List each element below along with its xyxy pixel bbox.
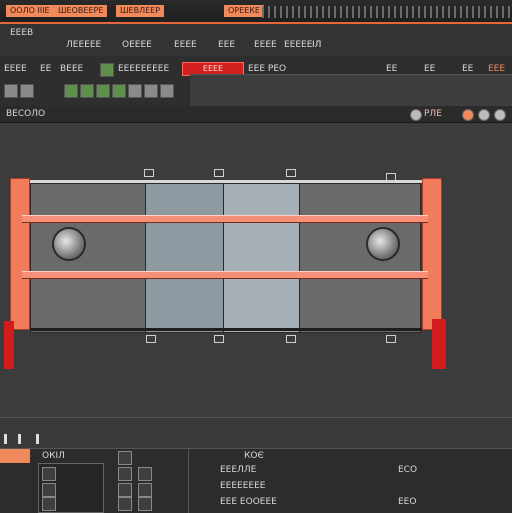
list-item-icon[interactable] <box>42 483 56 497</box>
properties-panel: ОКІЛ КОЄ ЕЕЕЛЛЕ ЕСО ЕЕЕЕЕЕЕЕ ЕЕЕ ЕООЕЕЕ … <box>0 448 512 513</box>
toggle-cell[interactable] <box>138 467 152 481</box>
support-leg-left[interactable] <box>4 321 14 369</box>
toggle-cell[interactable] <box>118 451 132 465</box>
bottom-bar-frame[interactable] <box>30 328 422 331</box>
property-label: ЕЕЕЛЛЕ <box>220 465 257 475</box>
tool-icon-3[interactable] <box>64 84 78 98</box>
property-row[interactable]: ЕЕЕ ЕООЕЕЕ ЕЕО <box>220 495 500 509</box>
view-mode-3[interactable]: ЕЕ <box>462 64 473 74</box>
camera-icon[interactable] <box>478 109 490 121</box>
tool-label-b[interactable]: ЕЕ <box>40 64 51 74</box>
tool-icon-6[interactable] <box>112 84 126 98</box>
panel-center-right <box>223 183 301 333</box>
panel-right <box>299 183 421 333</box>
menu-item-edit[interactable]: ШЕОВЕЕРЕ <box>54 5 108 17</box>
frame-post-right[interactable] <box>422 178 442 330</box>
timeline-bar <box>0 417 512 448</box>
record-button[interactable] <box>100 63 114 77</box>
toggle-cell[interactable] <box>138 483 152 497</box>
tool-icon-5[interactable] <box>96 84 110 98</box>
list-item-icon[interactable] <box>42 467 56 481</box>
timeline-marker[interactable] <box>18 434 21 444</box>
toolbar-label-2[interactable]: ЛЕЕЕЕЕ <box>66 40 101 50</box>
viewport-title: ВЕСОЛО <box>6 109 46 119</box>
tool-label-a[interactable]: ЕЕЕЕ <box>4 64 27 74</box>
dimension-mark <box>286 169 296 177</box>
frame-post-left[interactable] <box>10 178 30 330</box>
status-label: ЕЕЕ РЕО <box>248 64 287 74</box>
wheel-left[interactable] <box>52 227 86 261</box>
rail-top[interactable] <box>22 215 428 223</box>
settings-icon[interactable] <box>410 109 422 121</box>
wheel-right[interactable] <box>366 227 400 261</box>
menu-bar: ООЛО ІІІЕ ШЕОВЕЕРЕ ШЕВЛЕЕР ОРЕЕКЕ <box>0 0 512 24</box>
panel-left <box>30 183 147 333</box>
top-bar[interactable] <box>30 180 422 183</box>
outliner-title: ОКІЛ <box>42 451 65 461</box>
panel-divider <box>188 449 189 513</box>
toolbar-label-8[interactable]: ІЛ <box>312 40 321 50</box>
view-mode-2[interactable]: ЕЕ <box>424 64 435 74</box>
dimension-mark <box>386 335 396 343</box>
tool-icon-9[interactable] <box>160 84 174 98</box>
property-row[interactable]: ЕЕЕЕЕЕЕЕ <box>220 479 500 493</box>
support-leg-right[interactable] <box>432 319 446 369</box>
3d-viewport[interactable] <box>0 123 512 417</box>
menu-item-file[interactable]: ООЛО ІІІЕ <box>6 5 54 17</box>
record-icon[interactable] <box>462 109 474 121</box>
property-label: ЕЕЕ ЕООЕЕЕ <box>220 497 277 507</box>
properties-header: КОЄ <box>244 451 264 461</box>
tool-label-c[interactable]: ВЕЕЕ <box>60 64 83 74</box>
toggle-cell[interactable] <box>138 497 152 511</box>
tool-label-mid[interactable]: ЕЕЕЕЕЕЕЕЕ <box>118 64 169 74</box>
toolbar-label-1[interactable]: ЕЕЕВ <box>10 28 33 38</box>
timeline-marker[interactable] <box>36 434 39 444</box>
toggle-cell[interactable] <box>118 467 132 481</box>
options-panel <box>190 74 512 107</box>
tool-icon-4[interactable] <box>80 84 94 98</box>
tool-icon-7[interactable] <box>128 84 142 98</box>
tool-icon-2[interactable] <box>20 84 34 98</box>
panel-center-left <box>145 183 225 333</box>
timeline-ruler <box>262 6 512 18</box>
toggle-cell[interactable] <box>118 483 132 497</box>
dimension-mark <box>144 169 154 177</box>
property-row[interactable]: ЕЕЕЛЛЕ ЕСО <box>220 463 500 477</box>
property-value[interactable]: ЕСО <box>398 463 417 477</box>
rail-bottom[interactable] <box>22 271 428 279</box>
grid-icon[interactable] <box>494 109 506 121</box>
viewport-header: ВЕСОЛО РЛЕ <box>0 106 512 123</box>
toolbar-label-4[interactable]: ЕЕЕЕ <box>174 40 197 50</box>
toolbar-label-7[interactable]: ЕЕЕЕЕ <box>284 40 312 50</box>
view-mode-1[interactable]: ЕЕ <box>386 64 397 74</box>
dimension-mark <box>214 335 224 343</box>
toolbar-label-6[interactable]: ЕЕЕЕ <box>254 40 277 50</box>
panel-tab[interactable] <box>0 449 30 463</box>
timeline-marker[interactable] <box>4 434 7 444</box>
menu-item-view[interactable]: ШЕВЛЕЕР <box>116 5 165 17</box>
dimension-mark <box>214 169 224 177</box>
view-tools-label[interactable]: РЛЕ <box>424 109 442 119</box>
view-mode-end[interactable]: ЕЕЕ <box>488 64 505 74</box>
toggle-cell[interactable] <box>118 497 132 511</box>
toolbar-top: ЕЕЕВ ЛЕЕЕЕЕ ОЕЕЕЕ ЕЕЕЕ ЕЕЕ ЕЕЕЕ ЕЕЕЕЕ ІЛ <box>0 24 512 57</box>
dimension-mark <box>286 335 296 343</box>
toolbar-label-3[interactable]: ОЕЕЕЕ <box>122 40 152 50</box>
dimension-mark <box>386 173 396 181</box>
dimension-mark <box>146 335 156 343</box>
property-value[interactable]: ЕЕО <box>398 495 416 509</box>
tool-icon-8[interactable] <box>144 84 158 98</box>
tool-icon-1[interactable] <box>4 84 18 98</box>
property-label: ЕЕЕЕЕЕЕЕ <box>220 481 266 491</box>
list-item-icon[interactable] <box>42 497 56 511</box>
menu-item-tools[interactable]: ОРЕЕКЕ <box>224 5 264 17</box>
toolbar-label-5[interactable]: ЕЕЕ <box>218 40 235 50</box>
